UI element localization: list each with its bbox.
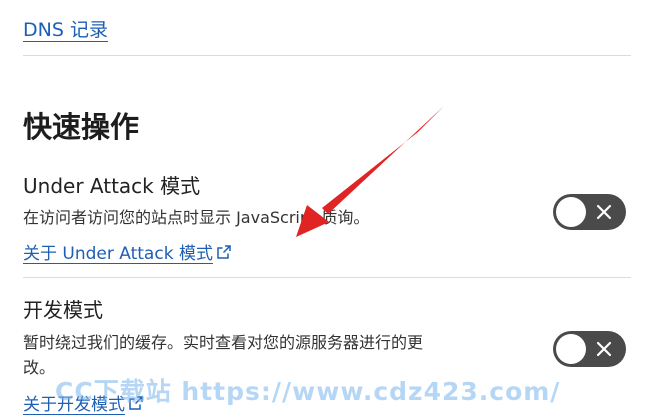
under-attack-learn-more-link[interactable]: 关于 Under Attack 模式 — [23, 239, 231, 264]
dev-mode-description-line1: 暂时绕过我们的缓存。实时查看对您的源服务器进行的更 — [23, 333, 424, 352]
under-attack-description: 在访问者访问您的站点时显示 JavaScript 质询。 — [23, 208, 370, 227]
dev-mode-description-line2: 改。 — [23, 358, 56, 377]
divider — [23, 55, 631, 56]
close-icon — [596, 204, 612, 220]
toggle-knob — [556, 197, 586, 227]
dev-mode-toggle[interactable] — [553, 331, 626, 367]
under-attack-title: Under Attack 模式 — [23, 174, 201, 198]
under-attack-link-label: 关于 Under Attack 模式 — [23, 244, 213, 264]
divider — [23, 277, 631, 278]
watermark-text: CC下载站 https://www.cdz423.com/ — [55, 377, 561, 406]
dns-records-link[interactable]: DNS 记录 — [23, 15, 108, 42]
external-link-icon — [217, 244, 231, 259]
toggle-knob — [556, 334, 586, 364]
under-attack-toggle[interactable] — [553, 194, 626, 230]
dev-mode-title: 开发模式 — [23, 298, 103, 322]
section-title-quick-actions: 快速操作 — [23, 110, 140, 144]
close-icon — [596, 341, 612, 357]
